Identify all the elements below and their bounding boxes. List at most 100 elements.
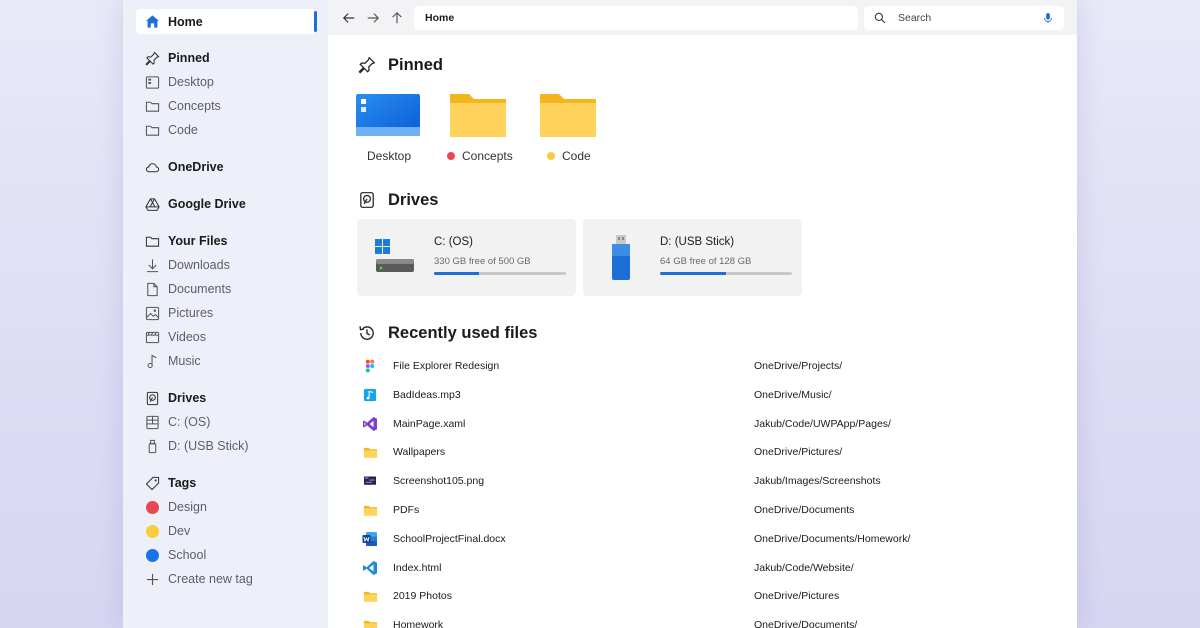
sidebar-item-drives[interactable]: Drives [136, 386, 316, 410]
sidebar-item-tag-school[interactable]: School [136, 543, 316, 567]
pin-icon [358, 56, 378, 76]
file-row[interactable]: BadIdeas.mp3 OneDrive/Music/ [358, 383, 1058, 407]
search-box[interactable] [864, 6, 1064, 30]
sidebar-item-your-files[interactable]: Your Files [136, 229, 316, 253]
document-icon [144, 281, 160, 297]
file-row[interactable]: SchoolProjectFinal.docx OneDrive/Document… [358, 527, 1058, 551]
visual-studio-icon [362, 416, 378, 432]
microphone-icon[interactable] [1042, 12, 1054, 24]
sidebar-item-label: Downloads [168, 258, 230, 272]
file-row[interactable]: Index.html Jakub/Code/Website/ [358, 556, 1058, 580]
drives-heading: Drives [388, 191, 439, 209]
file-row[interactable]: 2019 Photos OneDrive/Pictures [358, 584, 1058, 608]
sidebar-item-c-drive[interactable]: C: (OS) [136, 410, 316, 434]
sidebar-item-label: Music [168, 354, 201, 368]
folder-icon [144, 233, 160, 249]
usb-icon [144, 438, 160, 454]
windows-hard-drive-icon [375, 239, 414, 272]
usb-stick-icon [612, 235, 630, 280]
back-button[interactable] [340, 9, 358, 27]
toolbar: Home [328, 0, 1077, 35]
up-button[interactable] [388, 9, 406, 27]
sidebar-item-label: OneDrive [168, 160, 224, 174]
forward-button[interactable] [364, 9, 382, 27]
sidebar-item-d-drive[interactable]: D: (USB Stick) [136, 434, 316, 458]
sidebar-item-label: Pictures [168, 306, 214, 320]
sidebar-item-label: Create new tag [168, 572, 253, 586]
drive-card-d[interactable]: D: (USB Stick) 64 GB free of 128 GB [583, 219, 802, 296]
sidebar-item-label: Documents [168, 282, 232, 296]
drive-icon [358, 191, 378, 211]
figma-icon [362, 358, 378, 374]
music-icon [144, 353, 160, 369]
file-path: OneDrive/Documents/Homework/ [754, 532, 911, 545]
sidebar-item-documents[interactable]: Documents [136, 277, 316, 301]
address-bar[interactable]: Home [414, 6, 858, 30]
sidebar-item-desktop[interactable]: Desktop [136, 70, 316, 94]
file-row[interactable]: Screenshot105.png Jakub/Images/Screenshot… [358, 469, 1058, 493]
file-explorer-window: Home Pinned Desktop Concepts Code OneDri… [123, 0, 1077, 628]
tag-color-dot [144, 547, 160, 563]
folder-icon [362, 502, 378, 518]
drive-usage-bar [660, 272, 792, 275]
sidebar-item-onedrive[interactable]: OneDrive [136, 155, 316, 179]
sidebar-item-label: D: (USB Stick) [168, 439, 249, 453]
sidebar-item-label: Drives [168, 391, 207, 405]
file-name: SchoolProjectFinal.docx [393, 532, 506, 545]
create-tag-button[interactable]: Create new tag [136, 567, 316, 591]
file-name: Index.html [393, 561, 442, 574]
sidebar-item-tag-dev[interactable]: Dev [136, 519, 316, 543]
google-drive-icon [144, 196, 160, 212]
search-input[interactable] [898, 12, 1028, 24]
sidebar-item-label: School [168, 548, 207, 562]
tag-color-dot [547, 152, 555, 160]
file-path: OneDrive/Pictures/ [754, 446, 843, 459]
address-text: Home [425, 12, 455, 24]
tag-icon [144, 475, 160, 491]
file-row[interactable]: Wallpapers OneDrive/Pictures/ [358, 440, 1058, 464]
sidebar-item-google-drive[interactable]: Google Drive [136, 192, 316, 216]
sidebar-item-videos[interactable]: Videos [136, 325, 316, 349]
home-icon [144, 14, 160, 30]
sidebar-item-downloads[interactable]: Downloads [136, 253, 316, 277]
sidebar-item-home[interactable]: Home [136, 9, 317, 34]
folder-icon [362, 617, 378, 628]
tag-color-dot [144, 523, 160, 539]
pinned-item-label: Concepts [447, 149, 513, 163]
file-row[interactable]: MainPage.xaml Jakub/Code/UWPApp/Pages/ [358, 412, 1058, 436]
pinned-item-concepts[interactable]: Concepts [447, 92, 513, 167]
sidebar-item-tag-design[interactable]: Design [136, 495, 316, 519]
drive-card-c[interactable]: C: (OS) 330 GB free of 500 GB [357, 219, 576, 296]
file-row[interactable]: File Explorer Redesign OneDrive/Projects/ [358, 354, 1058, 378]
sidebar-item-code[interactable]: Code [136, 118, 316, 142]
sidebar-item-label: Videos [168, 330, 206, 344]
music-file-icon [362, 387, 378, 403]
sidebar-item-tags[interactable]: Tags [136, 471, 316, 495]
sidebar-item-concepts[interactable]: Concepts [136, 94, 316, 118]
recent-heading: Recently used files [388, 324, 538, 342]
file-name: 2019 Photos [393, 590, 452, 603]
file-path: OneDrive/Pictures [754, 590, 840, 603]
sidebar-item-pictures[interactable]: Pictures [136, 301, 316, 325]
pinned-item-desktop[interactable]: Desktop [356, 92, 422, 167]
file-row[interactable]: PDFs OneDrive/Documents [358, 498, 1058, 522]
file-path: Jakub/Images/Screenshots [754, 475, 881, 488]
file-name: File Explorer Redesign [393, 360, 500, 372]
vscode-icon [362, 560, 378, 576]
file-path: OneDrive/Documents/ [754, 619, 858, 628]
folder-icon [144, 122, 160, 138]
folder-icon [540, 94, 596, 137]
sidebar-item-music[interactable]: Music [136, 349, 316, 373]
cloud-icon [144, 159, 160, 175]
file-row[interactable]: Homework OneDrive/Documents/ [358, 613, 1058, 628]
sidebar-item-label: Dev [168, 524, 191, 538]
sidebar-item-pinned[interactable]: Pinned [136, 46, 316, 70]
video-icon [144, 329, 160, 345]
word-icon [362, 531, 378, 547]
sidebar-item-label: C: (OS) [168, 415, 211, 429]
tag-color-dot [144, 499, 160, 515]
main-pane: Home Pinned [328, 0, 1077, 628]
sidebar-item-label: Code [168, 123, 198, 137]
desktop-icon [356, 94, 420, 136]
pinned-item-code[interactable]: Code [539, 92, 599, 167]
